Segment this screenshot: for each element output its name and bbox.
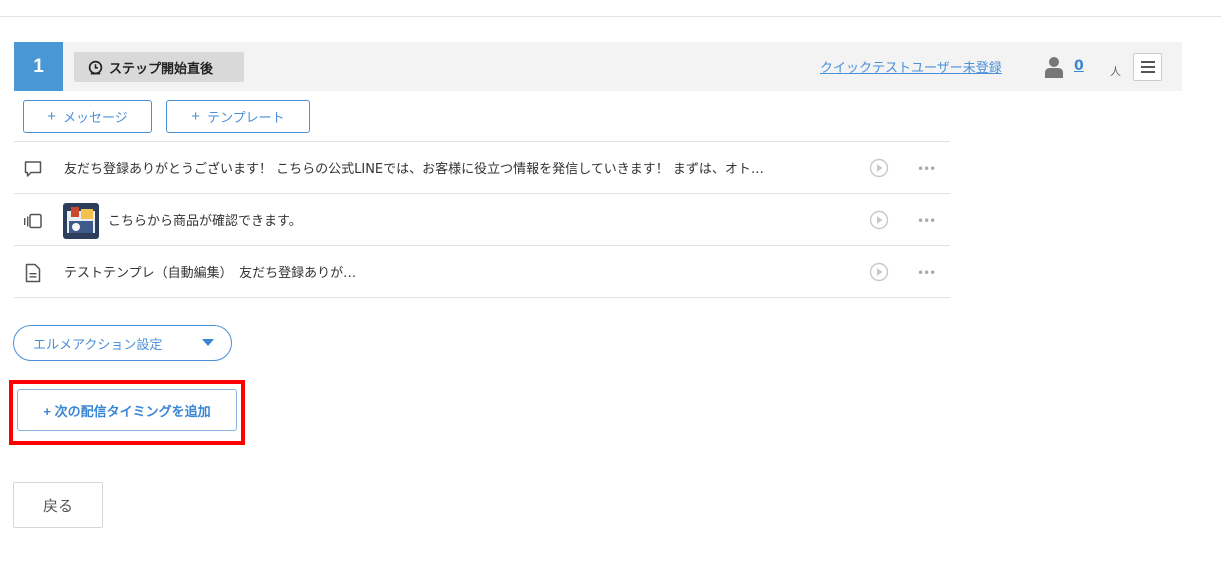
list-item[interactable]: こちらから商品が確認できます。 •••	[14, 194, 950, 246]
step-timing-label: ステップ開始直後	[109, 61, 214, 77]
message-text: テストテンプレ（自動編集） 友だち登録ありが…	[64, 266, 357, 281]
user-count-link[interactable]: 0	[1074, 58, 1084, 74]
play-icon[interactable]	[869, 262, 889, 282]
top-divider	[0, 16, 1221, 17]
action-settings-select[interactable]: エルメアクション設定	[13, 325, 232, 361]
carousel-icon	[24, 213, 42, 229]
add-template-button[interactable]: + テンプレート	[166, 100, 310, 133]
play-icon[interactable]	[869, 158, 889, 178]
document-icon	[25, 263, 41, 283]
plus-icon: +	[47, 108, 56, 125]
product-thumbnail	[63, 203, 99, 239]
more-icon[interactable]: •••	[917, 162, 936, 176]
person-glyph: 人	[1110, 65, 1121, 78]
user-icon	[1045, 57, 1063, 78]
clock-icon	[88, 60, 103, 74]
message-text: 友だち登録ありがとうございます！ こちらの公式LINEでは、お客様に役立つ情報を…	[64, 162, 764, 177]
list-item[interactable]: 友だち登録ありがとうございます！ こちらの公式LINEでは、お客様に役立つ情報を…	[14, 142, 950, 194]
add-message-button[interactable]: + メッセージ	[23, 100, 152, 133]
caret-down-icon	[202, 339, 214, 346]
action-settings-label: エルメアクション設定	[33, 337, 163, 353]
back-button[interactable]: 戻る	[13, 482, 103, 528]
step-menu-button[interactable]	[1133, 53, 1162, 81]
list-item[interactable]: テストテンプレ（自動編集） 友だち登録ありが… •••	[14, 246, 950, 298]
play-icon[interactable]	[869, 210, 889, 230]
add-message-label: メッセージ	[63, 110, 128, 125]
add-template-label: テンプレート	[207, 110, 285, 125]
more-icon[interactable]: •••	[917, 214, 936, 228]
speech-bubble-icon	[24, 161, 42, 177]
step-number: 1	[14, 42, 63, 91]
plus-icon: +	[191, 108, 201, 125]
step-header: 1 ステップ開始直後 クイックテストユーザー未登録 0 人	[14, 42, 1182, 91]
more-icon[interactable]: •••	[917, 266, 936, 280]
hamburger-icon	[1140, 61, 1155, 63]
message-text: こちらから商品が確認できます。	[108, 214, 302, 229]
add-next-timing-button[interactable]: + 次の配信タイミングを追加	[17, 389, 237, 431]
quick-test-user-link[interactable]: クイックテストユーザー未登録	[820, 57, 1002, 76]
message-list: 友だち登録ありがとうございます！ こちらの公式LINEでは、お客様に役立つ情報を…	[14, 141, 950, 298]
step-timing-badge[interactable]: ステップ開始直後	[74, 52, 244, 82]
